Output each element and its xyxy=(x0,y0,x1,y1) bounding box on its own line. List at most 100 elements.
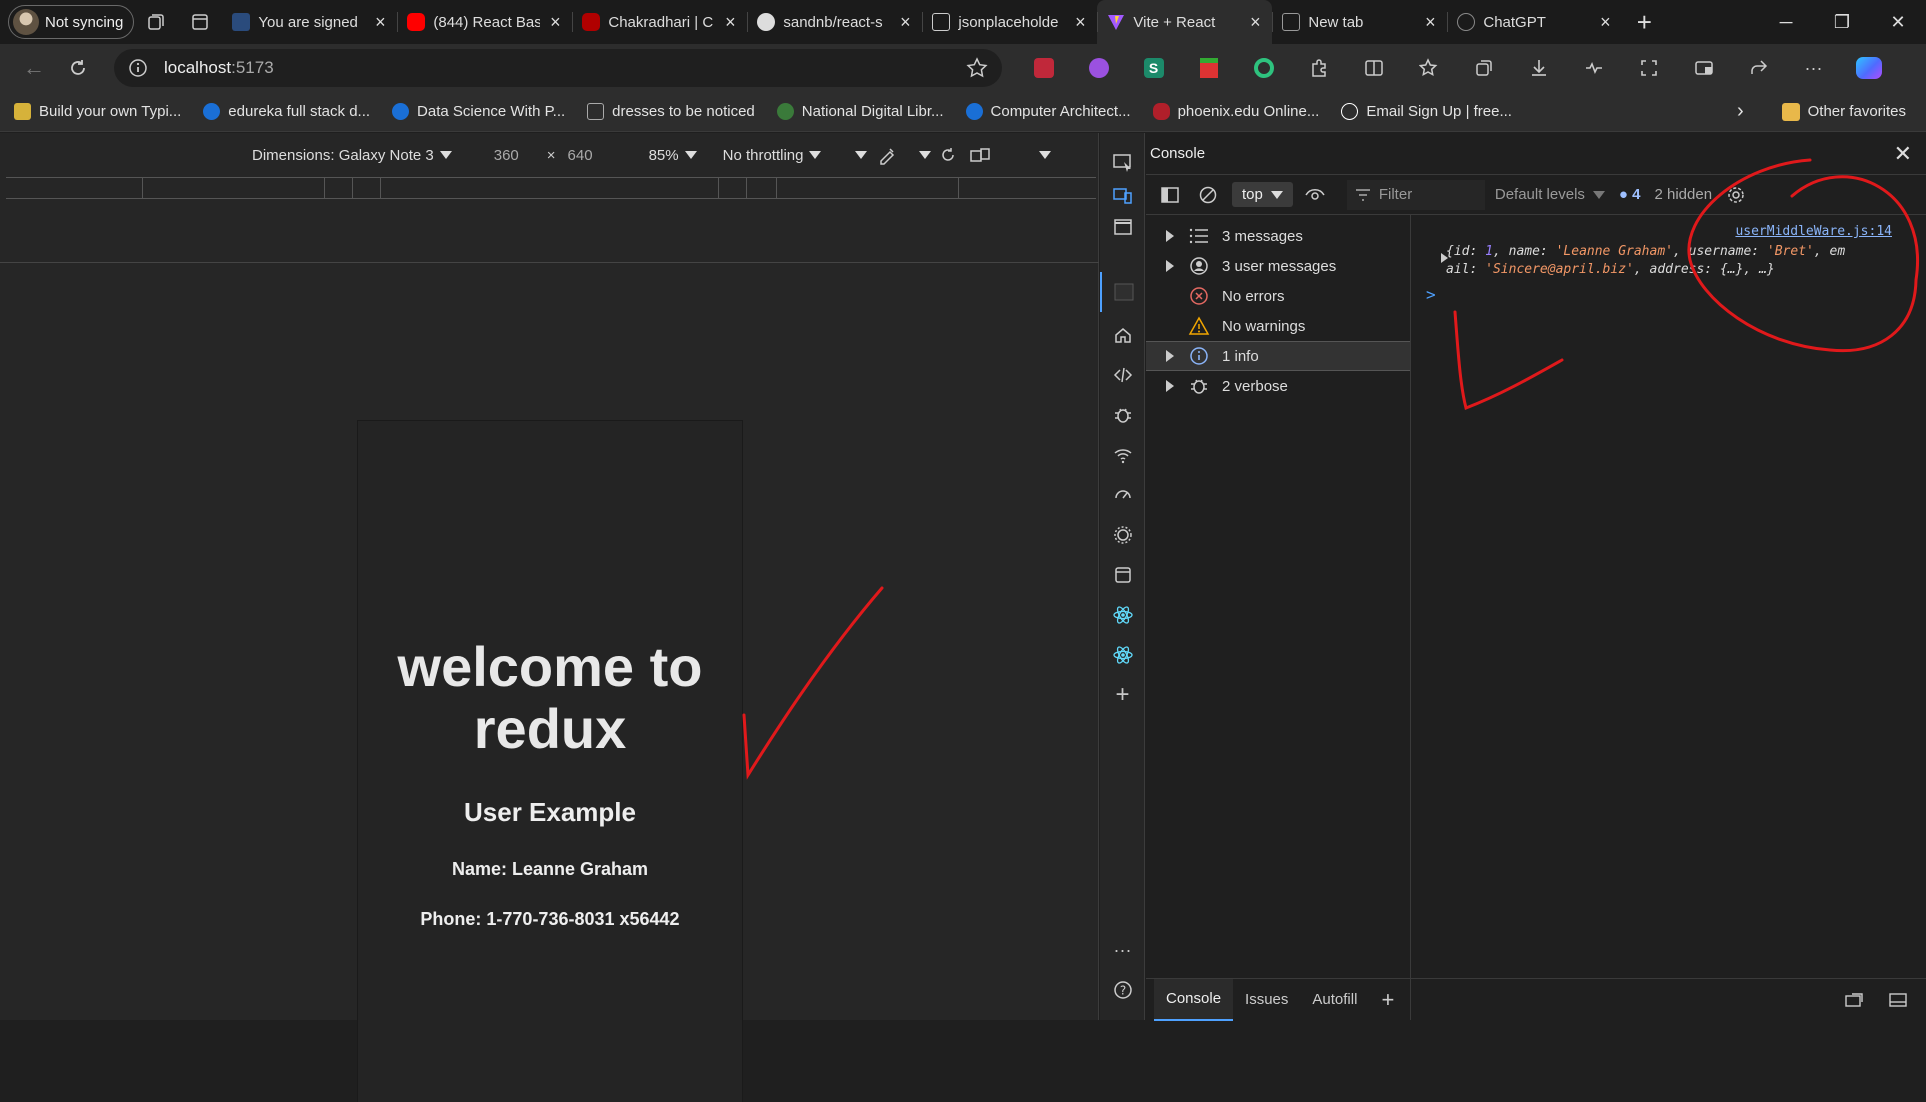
extension-s-icon[interactable]: S xyxy=(1126,46,1181,90)
close-tab-icon[interactable]: × xyxy=(1073,12,1087,33)
more-options-dropdown-icon[interactable] xyxy=(919,151,932,159)
add-drawer-tab-icon[interactable]: + xyxy=(1369,979,1406,1021)
reading-view-icon[interactable] xyxy=(1676,46,1731,90)
browser-tab[interactable]: ChatGPT × xyxy=(1447,0,1622,44)
log-levels-dropdown[interactable]: Default levels xyxy=(1495,186,1605,203)
application-icon[interactable] xyxy=(1100,555,1145,595)
new-tab-plus-icon[interactable]: + xyxy=(1622,0,1666,44)
console-prompt[interactable]: > xyxy=(1426,285,1436,304)
sidebar-item-warnings[interactable]: No warnings xyxy=(1146,311,1410,341)
home-icon[interactable] xyxy=(1100,315,1145,355)
expand-arrow-icon[interactable] xyxy=(1166,260,1174,272)
share-icon[interactable] xyxy=(1731,46,1786,90)
browser-tab[interactable]: You are signed × xyxy=(222,0,397,44)
extension-purple-icon[interactable] xyxy=(1071,46,1126,90)
downloads-icon[interactable] xyxy=(1511,46,1566,90)
split-screen-icon[interactable] xyxy=(1346,46,1401,90)
close-tab-icon[interactable]: × xyxy=(723,12,737,33)
close-window-icon[interactable]: ✕ xyxy=(1870,0,1926,44)
help-icon[interactable]: ? xyxy=(1100,970,1145,1010)
collapse-drawer-icon[interactable] xyxy=(1876,979,1920,1021)
save-data-dropdown-icon[interactable] xyxy=(855,151,868,159)
zoom-dropdown[interactable]: 85% xyxy=(649,147,697,164)
expand-arrow-icon[interactable] xyxy=(1166,230,1174,242)
bookmark-item[interactable]: Computer Architect... xyxy=(965,103,1131,120)
close-tab-icon[interactable]: × xyxy=(1423,12,1437,33)
favorites-icon[interactable] xyxy=(1401,46,1456,90)
drawer-tab-issues[interactable]: Issues xyxy=(1233,979,1300,1021)
settings-gear-icon[interactable] xyxy=(1718,175,1754,215)
more-menu-icon[interactable]: ··· xyxy=(1786,46,1841,90)
sidebar-item-errors[interactable]: No errors xyxy=(1146,281,1410,311)
throttling-dropdown[interactable]: No throttling xyxy=(723,147,822,164)
refresh-icon[interactable] xyxy=(56,46,100,90)
back-icon[interactable]: ← xyxy=(12,46,56,90)
address-bar[interactable]: localhost:5173 xyxy=(114,49,1002,87)
performance-icon[interactable] xyxy=(1566,46,1621,90)
drawer-tab-autofill[interactable]: Autofill xyxy=(1300,979,1369,1021)
screenshot-icon[interactable] xyxy=(1621,46,1676,90)
height-input[interactable]: 640 xyxy=(568,147,593,164)
bookmark-item[interactable]: dresses to be noticed xyxy=(587,103,755,120)
close-tab-icon[interactable]: × xyxy=(1598,12,1612,33)
close-tab-icon[interactable]: × xyxy=(373,12,387,33)
restore-icon[interactable]: ❐ xyxy=(1814,0,1870,44)
bookmark-item[interactable]: edureka full stack d... xyxy=(203,103,370,120)
bookmark-item[interactable]: phoenix.edu Online... xyxy=(1152,103,1319,120)
browser-tab[interactable]: Chakradhari | C × xyxy=(572,0,747,44)
sidebar-item-verbose[interactable]: 2 verbose xyxy=(1146,371,1410,401)
extensions-puzzle-icon[interactable] xyxy=(1291,46,1346,90)
browser-tab-active[interactable]: Vite + React × xyxy=(1097,0,1273,44)
copilot-icon[interactable] xyxy=(1841,46,1896,90)
performance-tool-icon[interactable] xyxy=(1100,475,1145,515)
more-tools-icon[interactable]: ··· xyxy=(1100,930,1145,970)
minimize-icon[interactable]: ─ xyxy=(1758,0,1814,44)
browser-tab[interactable]: sandnb/react-s × xyxy=(747,0,922,44)
sidebar-item-user-messages[interactable]: 3 user messages xyxy=(1146,251,1410,281)
workspaces-icon[interactable] xyxy=(134,0,178,44)
react-components-icon[interactable] xyxy=(1100,595,1145,635)
extension-red-icon[interactable] xyxy=(1016,46,1071,90)
bookmark-item[interactable]: Build your own Typi... xyxy=(14,103,181,120)
log-source-link[interactable]: userMiddleWare.js:14 xyxy=(1735,224,1892,239)
expand-arrow-icon[interactable] xyxy=(1166,380,1174,392)
close-icon[interactable]: ✕ xyxy=(1894,141,1912,167)
sidebar-toggle-icon[interactable] xyxy=(1150,175,1190,215)
browser-tab[interactable]: jsonplaceholde × xyxy=(922,0,1097,44)
expand-arrow-icon[interactable] xyxy=(1166,350,1174,362)
debugger-icon[interactable] xyxy=(1100,395,1145,435)
media-query-ruler[interactable] xyxy=(6,177,1096,199)
dimensions-dropdown[interactable]: Dimensions: Galaxy Note 3 xyxy=(252,147,452,164)
favorite-star-icon[interactable] xyxy=(966,57,988,79)
extension-calendar-icon[interactable] xyxy=(1181,46,1236,90)
network-icon[interactable] xyxy=(1100,435,1145,475)
message-count-badge[interactable]: ● 4 xyxy=(1619,186,1641,203)
sidebar-item-messages[interactable]: 3 messages xyxy=(1146,221,1410,251)
live-expression-eye-icon[interactable] xyxy=(1293,175,1337,215)
close-tab-icon[interactable]: × xyxy=(548,12,562,33)
device-options-icon[interactable] xyxy=(1039,151,1052,159)
browser-tab[interactable]: New tab × xyxy=(1272,0,1447,44)
close-tab-icon[interactable]: × xyxy=(898,12,912,33)
dock-icon[interactable] xyxy=(1100,207,1145,247)
rotate-icon[interactable] xyxy=(939,146,957,164)
drawer-tab-console[interactable]: Console xyxy=(1154,978,1234,1021)
sensors-icon[interactable] xyxy=(877,145,897,165)
extension-green-icon[interactable] xyxy=(1236,46,1291,90)
add-tool-icon[interactable]: + xyxy=(1100,675,1145,715)
sidebar-item-info[interactable]: 1 info xyxy=(1146,341,1410,371)
elements-icon[interactable] xyxy=(1100,355,1145,395)
log-object-preview[interactable]: {id: 1, name: 'Leanne Graham', username:… xyxy=(1446,243,1886,279)
filter-input[interactable]: Filter xyxy=(1346,179,1485,210)
site-info-icon[interactable] xyxy=(128,58,148,78)
bookmark-item[interactable]: National Digital Libr... xyxy=(776,103,944,120)
profile-button[interactable]: Not syncing xyxy=(8,5,135,39)
width-input[interactable]: 360 xyxy=(494,147,519,164)
other-favorites[interactable]: Other favorites xyxy=(1808,103,1906,120)
undock-drawer-icon[interactable] xyxy=(1832,979,1876,1021)
memory-icon[interactable] xyxy=(1100,515,1145,555)
collections-icon[interactable] xyxy=(1456,46,1511,90)
browser-tab[interactable]: (844) React Bas × xyxy=(397,0,572,44)
bookmark-item[interactable]: Data Science With P... xyxy=(392,103,565,120)
close-tab-icon[interactable]: × xyxy=(1248,12,1262,33)
